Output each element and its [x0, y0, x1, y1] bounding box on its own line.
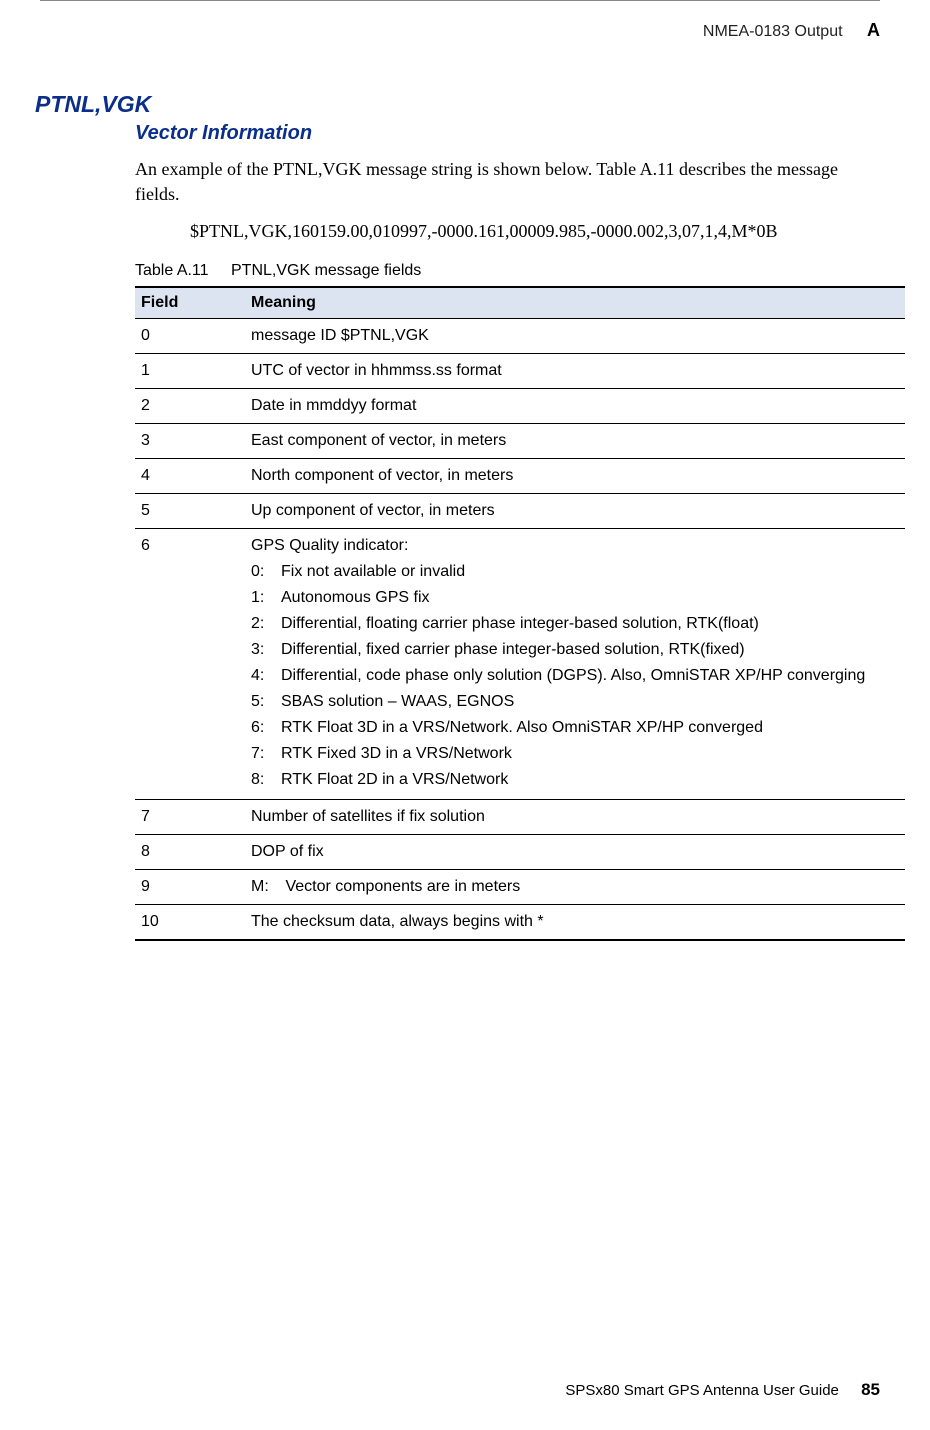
table-row: 8 DOP of fix: [135, 835, 905, 870]
list-item: 8:RTK Float 2D in a VRS/Network: [251, 768, 897, 792]
cell-field: 10: [135, 905, 245, 941]
cell-meaning: The checksum data, always begins with *: [245, 905, 905, 941]
message-fields-table: Field Meaning 0 message ID $PTNL,VGK 1 U…: [135, 286, 905, 941]
cell-meaning: Date in mmddyy format: [245, 389, 905, 424]
header-rule: [40, 0, 880, 1]
column-header-field: Field: [135, 287, 245, 319]
intro-paragraph: An example of the PTNL,VGK message strin…: [135, 157, 880, 207]
cell-field: 0: [135, 319, 245, 354]
quality-num: 5:: [251, 690, 281, 714]
header-section-letter: A: [867, 20, 880, 40]
cell-meaning: M: Vector components are in meters: [245, 870, 905, 905]
cell-meaning: North component of vector, in meters: [245, 459, 905, 494]
table-caption-number: Table A.11: [135, 262, 209, 279]
list-item: 0:Fix not available or invalid: [251, 560, 897, 584]
example-string: $PTNL,VGK,160159.00,010997,-0000.161,000…: [190, 221, 880, 242]
cell-meaning: UTC of vector in hhmmss.ss format: [245, 354, 905, 389]
cell-meaning: Number of satellites if fix solution: [245, 800, 905, 835]
quality-num: 3:: [251, 638, 281, 662]
cell-field: 3: [135, 424, 245, 459]
table-header-row: Field Meaning: [135, 287, 905, 319]
cell-field: 4: [135, 459, 245, 494]
cell-field: 5: [135, 494, 245, 529]
cell-field: 9: [135, 870, 245, 905]
table-row: 7 Number of satellites if fix solution: [135, 800, 905, 835]
cell-field: 7: [135, 800, 245, 835]
quality-num: 7:: [251, 742, 281, 766]
cell-field: 2: [135, 389, 245, 424]
cell-meaning: Up component of vector, in meters: [245, 494, 905, 529]
list-item: 2:Differential, floating carrier phase i…: [251, 612, 897, 636]
quality-num: 4:: [251, 664, 281, 688]
quality-num: 1:: [251, 586, 281, 610]
cell-meaning: GPS Quality indicator: 0:Fix not availab…: [245, 529, 905, 800]
footer-guide-title: SPSx80 Smart GPS Antenna User Guide: [565, 1382, 838, 1399]
table-row: 3 East component of vector, in meters: [135, 424, 905, 459]
quality-num: 0:: [251, 560, 281, 584]
table-row: 1 UTC of vector in hhmmss.ss format: [135, 354, 905, 389]
table-row: 6 GPS Quality indicator: 0:Fix not avail…: [135, 529, 905, 800]
list-item: 1:Autonomous GPS fix: [251, 586, 897, 610]
quality-text: RTK Float 3D in a VRS/Network. Also Omni…: [281, 716, 897, 740]
table-row: 2 Date in mmddyy format: [135, 389, 905, 424]
footer-page-number: 85: [861, 1380, 880, 1399]
quality-text: SBAS solution – WAAS, EGNOS: [281, 690, 897, 714]
quality-num: 6:: [251, 716, 281, 740]
m-label: M:: [251, 875, 281, 899]
table-row: 4 North component of vector, in meters: [135, 459, 905, 494]
quality-text: RTK Float 2D in a VRS/Network: [281, 768, 897, 792]
table-row: 0 message ID $PTNL,VGK: [135, 319, 905, 354]
table-caption: Table A.11 PTNL,VGK message fields: [135, 262, 880, 280]
quality-num: 8:: [251, 768, 281, 792]
page-footer: SPSx80 Smart GPS Antenna User Guide 85: [565, 1380, 880, 1400]
page-subtitle: Vector Information: [135, 122, 880, 145]
list-item: 6:RTK Float 3D in a VRS/Network. Also Om…: [251, 716, 897, 740]
quality-header: GPS Quality indicator:: [251, 537, 408, 554]
page-header: NMEA-0183 Output A: [40, 20, 880, 41]
list-item: 4:Differential, code phase only solution…: [251, 664, 897, 688]
table-row: 9 M: Vector components are in meters: [135, 870, 905, 905]
quality-indicator-list: 0:Fix not available or invalid 1:Autonom…: [251, 560, 897, 792]
table-row: 5 Up component of vector, in meters: [135, 494, 905, 529]
cell-field: 1: [135, 354, 245, 389]
quality-text: Differential, fixed carrier phase intege…: [281, 638, 897, 662]
column-header-meaning: Meaning: [245, 287, 905, 319]
quality-num: 2:: [251, 612, 281, 636]
cell-field: 6: [135, 529, 245, 800]
cell-meaning: DOP of fix: [245, 835, 905, 870]
quality-text: Differential, floating carrier phase int…: [281, 612, 897, 636]
list-item: 7:RTK Fixed 3D in a VRS/Network: [251, 742, 897, 766]
table-caption-title: PTNL,VGK message fields: [231, 262, 421, 279]
cell-field: 8: [135, 835, 245, 870]
quality-text: Fix not available or invalid: [281, 560, 897, 584]
quality-text: Differential, code phase only solution (…: [281, 664, 897, 688]
cell-meaning: East component of vector, in meters: [245, 424, 905, 459]
list-item: 5:SBAS solution – WAAS, EGNOS: [251, 690, 897, 714]
page-title: PTNL,VGK: [35, 91, 880, 118]
cell-meaning: message ID $PTNL,VGK: [245, 319, 905, 354]
quality-text: Autonomous GPS fix: [281, 586, 897, 610]
quality-text: RTK Fixed 3D in a VRS/Network: [281, 742, 897, 766]
header-label: NMEA-0183 Output: [703, 23, 843, 40]
m-text: Vector components are in meters: [285, 878, 520, 895]
table-row: 10 The checksum data, always begins with…: [135, 905, 905, 941]
list-item: 3:Differential, fixed carrier phase inte…: [251, 638, 897, 662]
